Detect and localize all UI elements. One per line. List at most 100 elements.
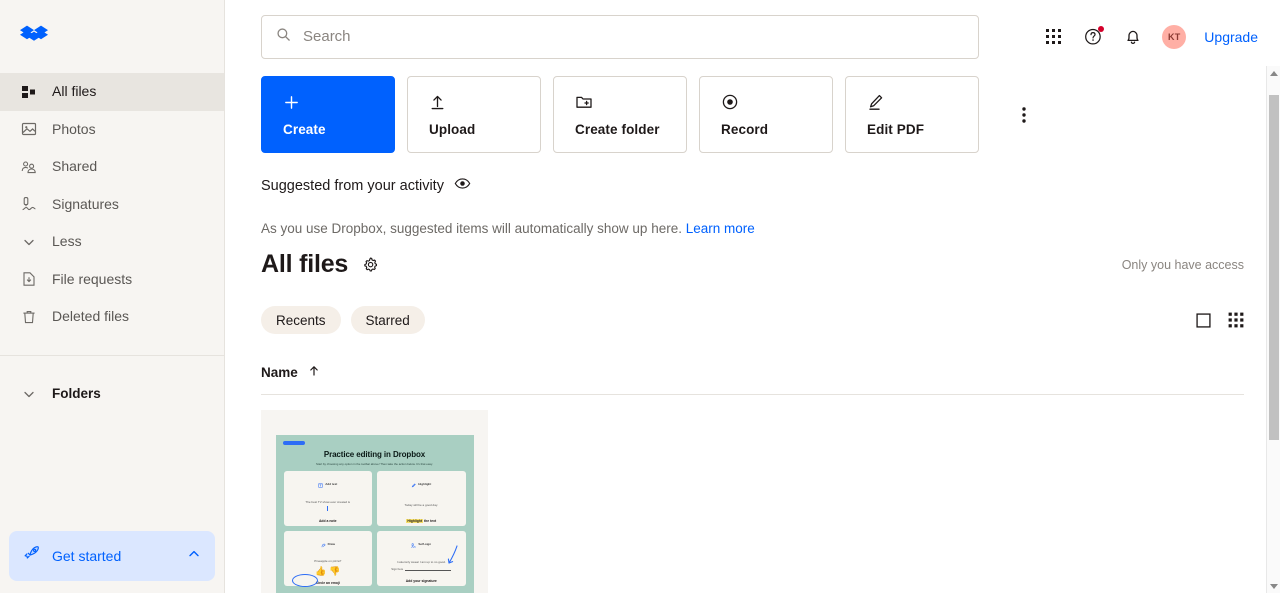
search-icon [276,27,291,47]
doc-cell-footer-highlight: Highlight [406,519,424,523]
sidebar-item-deleted-files[interactable]: Deleted files [0,298,224,336]
preview-pane-toggle-icon[interactable] [1195,312,1212,329]
doc-cell-body-text: Pineapple on pizza? [314,559,342,563]
sidebar-item-label: Photos [52,120,96,137]
action-label: Create folder [575,121,660,137]
chevron-up-icon[interactable] [187,547,201,566]
sidebar-divider [0,354,224,356]
upload-arrow-icon [429,93,540,111]
eye-icon[interactable] [454,175,471,197]
record-button[interactable]: Record [699,76,833,153]
suggested-description: As you use Dropbox, suggested items will… [261,221,682,236]
doc-cell-header: Draw [321,535,335,553]
scrollbar-thumb[interactable] [1269,95,1279,440]
shared-icon [20,158,38,176]
vertical-scrollbar[interactable] [1266,66,1280,593]
file-thumbnail[interactable]: Practice editing in Dropbox Start by cho… [261,410,488,593]
help-notification-badge [1098,25,1105,32]
sidebar-item-shared[interactable]: Shared [0,148,224,186]
upload-button[interactable]: Upload [407,76,541,153]
filter-chips-row: Recents Starred [261,306,1244,334]
page-title: All files [261,250,349,278]
all-files-icon [20,83,38,101]
create-button[interactable]: Create [261,76,395,153]
bell-icon[interactable] [1122,26,1144,48]
drawn-circle-annotation [291,574,318,587]
photos-icon [20,120,38,138]
doc-cell-body-text: I solemnly swear I am up to no good. [396,559,446,564]
sidebar-item-signatures[interactable]: Signatures [0,186,224,224]
doc-cell-self-sign: Self-sign I solemnly swear I am up to no… [377,531,466,586]
dropbox-logo-icon [20,23,48,51]
doc-cell-footer: Add a note [318,519,337,523]
top-bar-actions: KT Upgrade [1042,24,1258,49]
plus-icon [283,93,394,111]
edit-pdf-button[interactable]: Edit PDF [845,76,979,153]
get-started-label: Get started [52,548,122,564]
help-circle-icon[interactable] [1082,25,1105,48]
create-folder-button[interactable]: Create folder [553,76,687,153]
grid-apps-icon[interactable] [1042,26,1064,48]
arrow-up-icon [308,365,320,380]
rocket-icon [23,545,40,567]
sidebar-item-label: Less [52,233,82,250]
doc-cell-header: Self-sign [411,535,431,553]
document-preview: Practice editing in Dropbox Start by cho… [275,435,474,593]
folder-plus-icon [575,93,686,111]
sidebar-item-label: Deleted files [52,308,130,325]
doc-cell-body: The best TV show ever created is [305,493,350,517]
sidebar-nav: All files Photos Shared Signatures Less … [0,73,224,336]
add-text-icon [318,475,323,493]
sidebar-item-photos[interactable]: Photos [0,111,224,149]
doc-cell-tool-label: Draw [327,542,335,546]
grid-view-toggle-icon[interactable] [1228,312,1244,328]
scroll-down-arrow[interactable] [1267,579,1280,593]
sidebar-item-label: Shared [52,158,98,175]
doc-cell-add-text: Add text The best TV show ever created i… [283,471,372,526]
sidebar-item-file-requests[interactable]: File requests [0,261,224,299]
search-input[interactable]: Search [261,14,979,59]
suggested-description-row: As you use Dropbox, suggested items will… [261,221,1244,236]
learn-more-link[interactable]: Learn more [686,221,755,236]
doc-cell-header: Add text [318,475,337,493]
sidebar-item-label: File requests [52,270,133,287]
chip-recents[interactable]: Recents [261,306,341,334]
doc-cell-tool-label: Add text [325,482,338,486]
doc-cell-sign-row: Sign here [391,566,452,571]
doc-cells: Add text The best TV show ever created i… [283,471,466,587]
doc-cell-sign-label: Sign here [391,566,404,571]
draw-icon [321,535,326,553]
top-bar: Search KT Upgrade [225,0,1280,73]
doc-cell-draw: Draw Pineapple on pizza? 👍 👎 Circle an e… [283,531,372,587]
upgrade-link[interactable]: Upgrade [1204,29,1258,45]
avatar[interactable]: KT [1162,24,1187,49]
doc-cell-footer: Circle an emoji [315,580,340,585]
sidebar-item-less[interactable]: Less [0,223,224,261]
highlighter-icon [411,475,416,493]
action-label: Edit PDF [867,121,925,137]
doc-cell-footer: Highlight the text [406,519,436,523]
sidebar-item-label: Signatures [52,195,119,212]
sidebar-item-folders[interactable]: Folders [0,376,224,414]
sidebar-item-label: All files [52,83,97,100]
dropbox-app: All files Photos Shared Signatures Less … [0,0,1280,593]
signatures-icon [20,195,38,213]
column-header-name[interactable]: Name [261,365,1244,380]
get-started-panel[interactable]: Get started [9,531,215,581]
more-vertical-icon[interactable] [1007,98,1041,132]
doc-accent-bar [282,441,305,445]
main-content: Search KT Upgrade Create Upload Create f… [225,0,1280,593]
chip-starred[interactable]: Starred [350,306,425,334]
gear-icon[interactable] [362,256,379,273]
sidebar: All files Photos Shared Signatures Less … [0,0,225,593]
chevron-down-icon [20,233,38,251]
sidebar-item-all-files[interactable]: All files [0,73,224,111]
scroll-up-arrow[interactable] [1267,66,1280,80]
record-circle-icon [721,93,832,111]
doc-cell-body: I solemnly swear I am up to no good. Sig… [391,553,452,577]
dropbox-logo-link[interactable] [0,0,224,73]
trash-icon [20,308,38,326]
column-header-rule [261,394,1244,395]
file-card[interactable]: Practice editing in Dropbox Start by cho… [261,410,488,593]
